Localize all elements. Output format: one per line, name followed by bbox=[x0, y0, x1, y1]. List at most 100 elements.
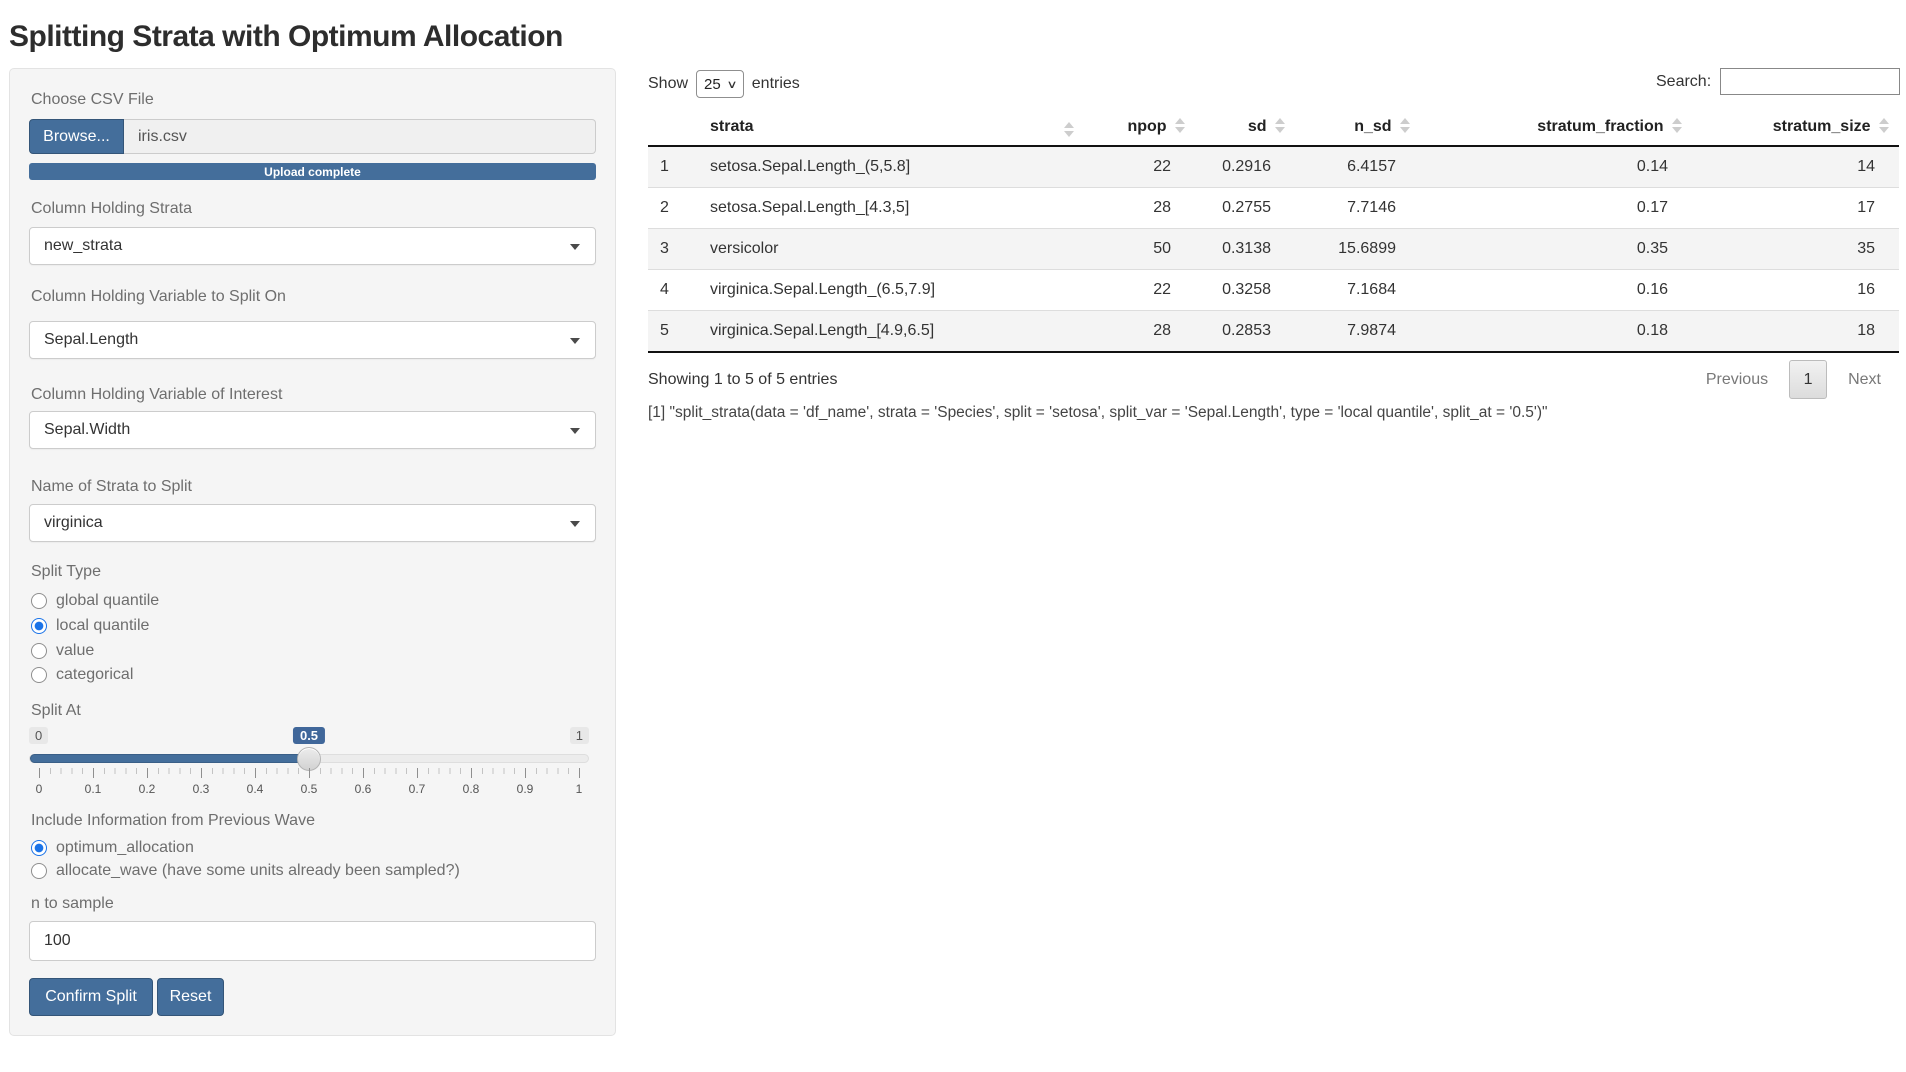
split-strata-output-text: [1] "split_strata(data = 'df_name', stra… bbox=[648, 404, 1548, 422]
radio-global-quantile-label: global quantile bbox=[56, 592, 159, 610]
confirm-split-button[interactable]: Confirm Split bbox=[29, 978, 153, 1016]
table-row[interactable]: 1 setosa.Sepal.Length_(5,5.8] 22 0.2916 … bbox=[648, 146, 1899, 188]
table-pagination: Previous 1 Next bbox=[1706, 360, 1881, 399]
page-1-button[interactable]: 1 bbox=[1789, 360, 1827, 399]
radio-row-optimum-allocation: optimum_allocation bbox=[31, 837, 194, 859]
table-row[interactable]: 4 virginica.Sepal.Length_(6.5,7.9] 22 0.… bbox=[648, 270, 1899, 311]
entries-label: entries bbox=[752, 75, 800, 93]
strata-to-split-label: Name of Strata to Split bbox=[31, 478, 192, 496]
sort-icon bbox=[1064, 122, 1074, 137]
search-input[interactable] bbox=[1720, 68, 1900, 95]
select-split-variable[interactable]: Sepal.Length bbox=[29, 321, 596, 359]
file-input: Browse... iris.csv bbox=[29, 119, 596, 154]
slider-tick-label: 0 bbox=[36, 782, 43, 796]
radio-global-quantile[interactable] bbox=[31, 593, 47, 609]
column-header-strata[interactable]: strata bbox=[700, 109, 1082, 146]
chevron-down-icon bbox=[570, 338, 580, 344]
column-header-sd[interactable]: sd bbox=[1195, 109, 1295, 146]
strata-cell: setosa.Sepal.Length_(5,5.8] bbox=[700, 146, 1082, 188]
table-row[interactable]: 2 setosa.Sepal.Length_[4.3,5] 28 0.2755 … bbox=[648, 188, 1899, 229]
sort-icon bbox=[1879, 118, 1889, 133]
table-row[interactable]: 5 virginica.Sepal.Length_[4.9,6.5] 28 0.… bbox=[648, 311, 1899, 353]
column-header-npop[interactable]: npop bbox=[1082, 109, 1195, 146]
column-header-n-sd[interactable]: n_sd bbox=[1295, 109, 1420, 146]
select-column-strata[interactable]: new_strata bbox=[29, 227, 596, 265]
show-label: Show bbox=[648, 75, 688, 93]
radio-allocate-wave-label: allocate_wave (have some units already b… bbox=[56, 862, 460, 880]
select-split-variable-value: Sepal.Length bbox=[44, 331, 138, 349]
reset-button[interactable]: Reset bbox=[157, 978, 224, 1016]
chevron-down-icon: ∨ bbox=[726, 78, 737, 91]
table-row[interactable]: 3 versicolor 50 0.3138 15.6899 0.35 35 bbox=[648, 229, 1899, 270]
upload-progress-bar: Upload complete bbox=[29, 163, 596, 180]
split-variable-label: Column Holding Variable to Split On bbox=[31, 288, 286, 306]
radio-value[interactable] bbox=[31, 643, 47, 659]
split-at-label: Split At bbox=[31, 702, 81, 720]
radio-row-categorical: categorical bbox=[31, 664, 133, 686]
sort-icon bbox=[1175, 118, 1185, 133]
show-entries-value: 25 bbox=[704, 76, 721, 93]
show-entries-select[interactable]: 25 ∨ bbox=[696, 70, 744, 98]
select-strata-to-split-value: virginica bbox=[44, 514, 103, 532]
sidebar-panel: Choose CSV File Browse... iris.csv Uploa… bbox=[9, 68, 616, 1036]
radio-row-global-quantile: global quantile bbox=[31, 590, 159, 612]
data-table: strata npop sd n_sd stratum_fraction bbox=[648, 109, 1899, 353]
radio-value-label: value bbox=[56, 642, 94, 660]
column-header-stratum-fraction[interactable]: stratum_fraction bbox=[1420, 109, 1692, 146]
n-to-sample-label: n to sample bbox=[31, 895, 114, 913]
split-type-label: Split Type bbox=[31, 563, 101, 581]
n-to-sample-input[interactable] bbox=[29, 921, 596, 961]
slider-tick-label: 0.9 bbox=[517, 782, 534, 796]
show-entries-control: Show 25 ∨ entries bbox=[648, 70, 800, 98]
slider-tick-label: 1 bbox=[576, 782, 583, 796]
select-strata-to-split[interactable]: virginica bbox=[29, 504, 596, 542]
slider-value-badge: 0.5 bbox=[293, 727, 325, 744]
search-label: Search: bbox=[1656, 73, 1711, 91]
strata-column-label: Column Holding Strata bbox=[31, 200, 192, 218]
previous-page-button[interactable]: Previous bbox=[1706, 371, 1768, 389]
sort-icon bbox=[1400, 118, 1410, 133]
radio-local-quantile-label: local quantile bbox=[56, 617, 149, 635]
table-search-control: Search: bbox=[1656, 68, 1900, 95]
radio-categorical[interactable] bbox=[31, 667, 47, 683]
strata-cell: setosa.Sepal.Length_[4.3,5] bbox=[700, 188, 1082, 229]
radio-optimum-allocation-label: optimum_allocation bbox=[56, 839, 194, 857]
app-window: Splitting Strata with Optimum Allocation… bbox=[0, 0, 1906, 1072]
radio-row-local-quantile: local quantile bbox=[31, 615, 149, 637]
radio-optimum-allocation[interactable] bbox=[31, 840, 47, 856]
radio-categorical-label: categorical bbox=[56, 666, 133, 684]
browse-button[interactable]: Browse... bbox=[29, 119, 124, 154]
table-info: Showing 1 to 5 of 5 entries bbox=[648, 371, 837, 389]
slider-fill bbox=[30, 754, 309, 763]
chevron-down-icon bbox=[570, 244, 580, 250]
chevron-down-icon bbox=[570, 428, 580, 434]
split-at-slider: 0 1 0.5 0 0.1 0.2 0.3 0.4 0.5 0.6 0.7 0.… bbox=[29, 727, 589, 795]
slider-tick-label: 0.4 bbox=[247, 782, 264, 796]
radio-local-quantile[interactable] bbox=[31, 618, 47, 634]
radio-allocate-wave[interactable] bbox=[31, 863, 47, 879]
radio-row-value: value bbox=[31, 640, 94, 662]
slider-tick-label: 0.6 bbox=[355, 782, 372, 796]
page-title: Splitting Strata with Optimum Allocation bbox=[9, 20, 563, 54]
select-column-strata-value: new_strata bbox=[44, 237, 122, 255]
slider-max-badge: 1 bbox=[570, 727, 589, 744]
sort-icon bbox=[1672, 118, 1682, 133]
strata-cell: virginica.Sepal.Length_[4.9,6.5] bbox=[700, 311, 1082, 353]
slider-track[interactable] bbox=[29, 754, 589, 763]
slider-grid: 0 0.1 0.2 0.3 0.4 0.5 0.6 0.7 0.8 0.9 1 bbox=[39, 768, 579, 774]
slider-tick-label: 0.5 bbox=[301, 782, 318, 796]
next-page-button[interactable]: Next bbox=[1848, 371, 1881, 389]
previous-wave-label: Include Information from Previous Wave bbox=[31, 812, 315, 830]
select-interest-variable[interactable]: Sepal.Width bbox=[29, 411, 596, 449]
column-header-rownames[interactable] bbox=[648, 109, 700, 146]
chevron-down-icon bbox=[570, 521, 580, 527]
slider-tick-label: 0.3 bbox=[193, 782, 210, 796]
strata-cell: virginica.Sepal.Length_(6.5,7.9] bbox=[700, 270, 1082, 311]
column-header-stratum-size[interactable]: stratum_size bbox=[1692, 109, 1899, 146]
select-interest-variable-value: Sepal.Width bbox=[44, 421, 130, 439]
file-input-label: Choose CSV File bbox=[31, 91, 154, 109]
interest-variable-label: Column Holding Variable of Interest bbox=[31, 386, 282, 404]
slider-tick-label: 0.7 bbox=[409, 782, 426, 796]
sort-icon bbox=[1275, 118, 1285, 133]
radio-row-allocate-wave: allocate_wave (have some units already b… bbox=[31, 860, 460, 882]
